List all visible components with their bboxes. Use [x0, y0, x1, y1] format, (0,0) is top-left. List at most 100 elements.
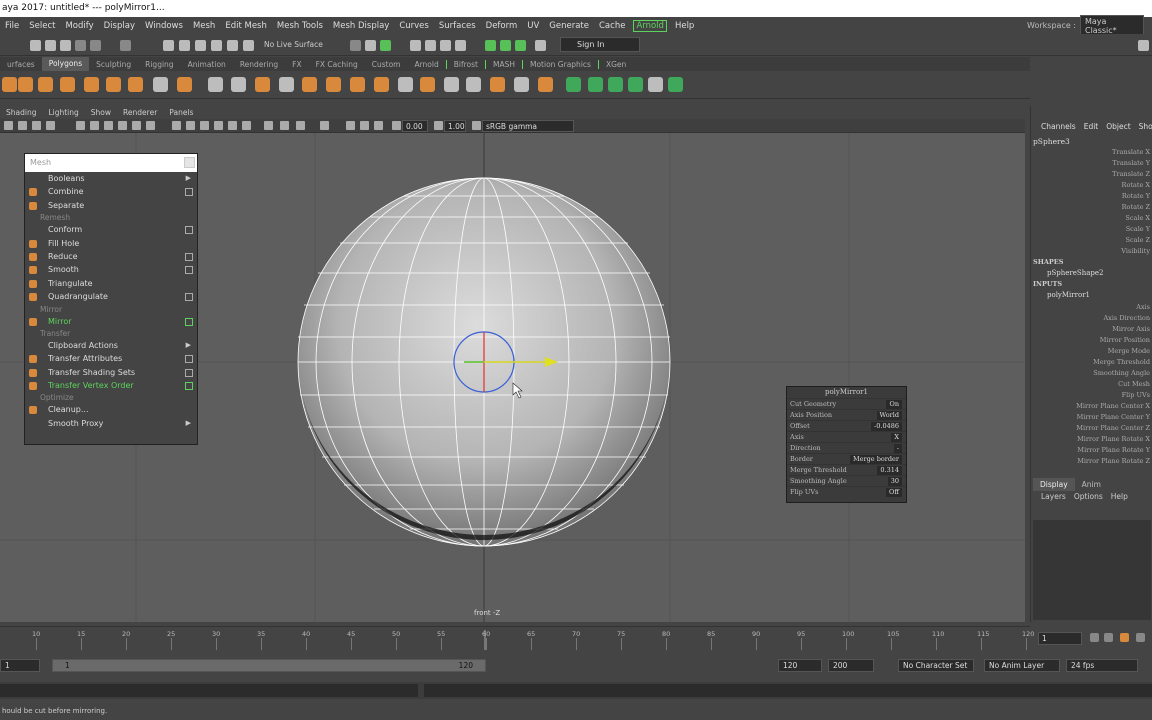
- menu-curves[interactable]: Curves: [394, 21, 434, 31]
- panel-menu-renderer[interactable]: Renderer: [117, 108, 163, 117]
- attr-visibility[interactable]: Visibility: [1121, 247, 1150, 255]
- uv-layout-icon[interactable]: [668, 77, 683, 92]
- attr-rotate-z[interactable]: Rotate Z: [1122, 203, 1150, 211]
- isolate-select-icon[interactable]: [320, 121, 329, 130]
- exposure-icon[interactable]: [392, 121, 401, 130]
- shelf-tab-bifrost[interactable]: Bifrost: [445, 59, 485, 69]
- tab-anim[interactable]: Anim: [1075, 478, 1108, 491]
- cb-menu-channels[interactable]: Channels: [1037, 122, 1080, 131]
- render-setup-icon[interactable]: [455, 40, 466, 51]
- select-hierarchy-icon[interactable]: [120, 40, 131, 51]
- image-plane-icon[interactable]: [46, 121, 55, 130]
- input-attr-cut-mesh[interactable]: Cut Mesh: [1118, 380, 1150, 388]
- human-ik-icon[interactable]: [500, 40, 511, 51]
- modeling-toolkit-icon[interactable]: [485, 40, 496, 51]
- menu-item-reduce[interactable]: Reduce: [25, 250, 197, 263]
- motion-blur-icon[interactable]: [280, 121, 289, 130]
- menu-item-mirror[interactable]: Mirror: [25, 315, 197, 328]
- poly-disc-icon[interactable]: [128, 77, 143, 92]
- camera-attributes-icon[interactable]: [18, 121, 27, 130]
- snap-grid-icon[interactable]: [163, 40, 174, 51]
- menu-windows[interactable]: Windows: [140, 21, 188, 31]
- render-settings-icon[interactable]: [425, 40, 436, 51]
- cb-menu-edit[interactable]: Edit: [1080, 122, 1103, 131]
- menu-item-cleanup[interactable]: Cleanup...: [25, 403, 197, 416]
- combine-icon[interactable]: [208, 77, 223, 92]
- input-attr-mirror-plane-rotate-y[interactable]: Mirror Plane Rotate Y: [1077, 446, 1150, 454]
- input-attr-mirror-position[interactable]: Mirror Position: [1100, 336, 1150, 344]
- gamma-field[interactable]: 1.00: [444, 120, 466, 132]
- menu-display[interactable]: Display: [99, 21, 140, 31]
- poly-type-icon[interactable]: [153, 77, 168, 92]
- wireframe-icon[interactable]: [172, 121, 181, 130]
- menu-item-booleans[interactable]: Booleans ▶: [25, 172, 197, 185]
- shelf-tab-rigging[interactable]: Rigging: [138, 60, 180, 69]
- option-box-icon[interactable]: [185, 252, 193, 261]
- menu-item-smooth[interactable]: Smooth: [25, 263, 197, 276]
- input-attr-merge-mode[interactable]: Merge Mode: [1108, 347, 1150, 355]
- fill-hole-icon[interactable]: [538, 77, 553, 92]
- menu-item-triangulate[interactable]: Triangulate: [25, 277, 197, 290]
- safe-action-icon[interactable]: [146, 121, 155, 130]
- menu-modify[interactable]: Modify: [60, 21, 98, 31]
- menu-item-transfer-shading-sets[interactable]: Transfer Shading Sets: [25, 366, 197, 379]
- separate-icon[interactable]: [231, 77, 246, 92]
- menu-item-combine[interactable]: Combine: [25, 185, 197, 198]
- target-weld-icon[interactable]: [444, 77, 459, 92]
- uv-editor-icon[interactable]: [608, 77, 623, 92]
- option-box-icon[interactable]: [185, 226, 193, 235]
- append-polygon-icon[interactable]: [490, 77, 505, 92]
- shelf-tab-fx-caching[interactable]: FX Caching: [309, 60, 365, 69]
- redo-icon[interactable]: [90, 40, 101, 51]
- backface-culling-icon[interactable]: [374, 121, 383, 130]
- attribute-editor-icon[interactable]: [515, 40, 526, 51]
- option-box-icon[interactable]: [185, 355, 193, 364]
- step-back-icon[interactable]: [1104, 633, 1113, 642]
- layer-menu-options[interactable]: Options: [1070, 492, 1107, 501]
- attr-translate-x[interactable]: Translate X: [1112, 148, 1150, 156]
- row-value[interactable]: 0.314: [877, 466, 902, 475]
- row-value[interactable]: Off: [886, 488, 902, 497]
- open-scene-icon[interactable]: [45, 40, 56, 51]
- shelf-tab-motion-graphics[interactable]: Motion Graphics: [522, 59, 598, 69]
- mirror-icon[interactable]: [255, 77, 270, 92]
- menu-edit-mesh[interactable]: Edit Mesh: [220, 21, 272, 31]
- uv-auto-icon[interactable]: [588, 77, 603, 92]
- multi-cut-icon[interactable]: [398, 77, 413, 92]
- shelf-tab-polygons[interactable]: Polygons: [41, 57, 90, 71]
- history-icon[interactable]: [350, 40, 361, 51]
- input-attr-mirror-plane-center-z[interactable]: Mirror Plane Center Z: [1076, 424, 1150, 432]
- poly-cube-icon[interactable]: [18, 77, 33, 92]
- option-box-icon[interactable]: [185, 317, 193, 326]
- shelf-tab-mash[interactable]: MASH: [484, 59, 522, 69]
- character-set-dropdown[interactable]: No Character Set: [898, 659, 974, 672]
- menu-mesh-tools[interactable]: Mesh Tools: [272, 21, 328, 31]
- step-back-key-icon[interactable]: [1120, 633, 1129, 642]
- shelf-tab-xgen[interactable]: XGen: [597, 59, 633, 69]
- menu-uv[interactable]: UV: [522, 21, 544, 31]
- menu-help[interactable]: Help: [670, 21, 699, 31]
- bevel-icon[interactable]: [326, 77, 341, 92]
- object-name[interactable]: pSphere3: [1033, 137, 1070, 146]
- input-attr-mirror-plane-center-y[interactable]: Mirror Plane Center Y: [1077, 413, 1150, 421]
- poly-torus-icon[interactable]: [84, 77, 99, 92]
- fps-dropdown[interactable]: 24 fps: [1066, 659, 1138, 672]
- menu-item-clipboard-actions[interactable]: Clipboard Actions ▶: [25, 339, 197, 352]
- new-scene-icon[interactable]: [30, 40, 41, 51]
- uv-cut-icon[interactable]: [628, 77, 643, 92]
- layer-list[interactable]: [1033, 520, 1151, 620]
- row-value[interactable]: Merge border: [850, 455, 902, 464]
- input-attr-mirror-axis[interactable]: Mirror Axis: [1112, 325, 1150, 333]
- menu-item-fill-hole[interactable]: Fill Hole: [25, 237, 197, 250]
- save-scene-icon[interactable]: [60, 40, 71, 51]
- panel-menu-panels[interactable]: Panels: [163, 108, 199, 117]
- menu-cache[interactable]: Cache: [594, 21, 630, 31]
- option-box-icon[interactable]: [185, 266, 193, 275]
- cb-menu-show[interactable]: Show: [1135, 122, 1152, 131]
- shelf-tab-animation[interactable]: Animation: [181, 60, 233, 69]
- shelf-tab-surfaces[interactable]: urfaces: [0, 60, 42, 69]
- ambient-occlusion-icon[interactable]: [264, 121, 273, 130]
- layer-menu-help[interactable]: Help: [1107, 492, 1132, 501]
- field-chart-icon[interactable]: [132, 121, 141, 130]
- input-name[interactable]: polyMirror1: [1047, 291, 1090, 299]
